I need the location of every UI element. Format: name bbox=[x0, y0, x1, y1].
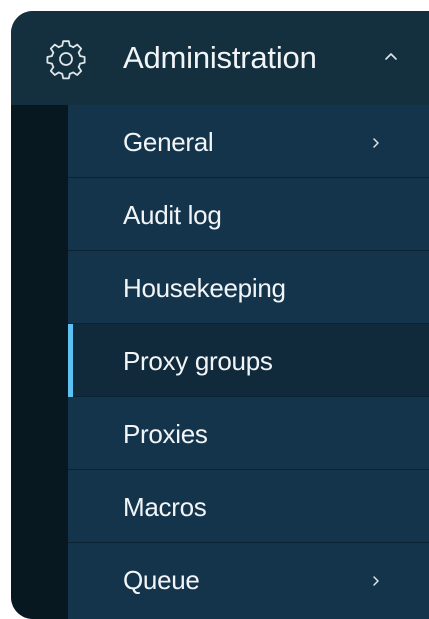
submenu-list: General Audit log Housekeeping Proxy gro… bbox=[68, 105, 429, 619]
chevron-right-icon bbox=[373, 138, 379, 148]
administration-title: Administration bbox=[123, 40, 317, 75]
menu-item-label: Proxies bbox=[123, 419, 208, 449]
menu-item-housekeeping[interactable]: Housekeeping bbox=[68, 251, 429, 324]
menu-item-label: Proxy groups bbox=[123, 346, 273, 376]
menu-item-label: General bbox=[123, 127, 214, 157]
administration-header[interactable]: Administration bbox=[11, 11, 429, 105]
gear-icon bbox=[46, 40, 86, 80]
menu-item-proxies[interactable]: Proxies bbox=[68, 397, 429, 470]
menu-item-macros[interactable]: Macros bbox=[68, 470, 429, 543]
administration-menu: Administration General Audit log Houseke… bbox=[11, 11, 429, 619]
menu-item-audit-log[interactable]: Audit log bbox=[68, 178, 429, 251]
menu-item-proxy-groups[interactable]: Proxy groups bbox=[68, 324, 429, 397]
active-indicator bbox=[68, 324, 73, 397]
menu-item-general[interactable]: General bbox=[68, 105, 429, 178]
menu-item-label: Queue bbox=[123, 565, 200, 595]
chevron-up-icon[interactable] bbox=[383, 49, 399, 65]
menu-item-label: Housekeeping bbox=[123, 273, 286, 303]
menu-item-label: Audit log bbox=[123, 200, 222, 230]
menu-item-queue[interactable]: Queue bbox=[68, 543, 429, 619]
menu-rail bbox=[11, 105, 68, 619]
chevron-right-icon bbox=[373, 576, 379, 586]
menu-item-label: Macros bbox=[123, 492, 207, 522]
